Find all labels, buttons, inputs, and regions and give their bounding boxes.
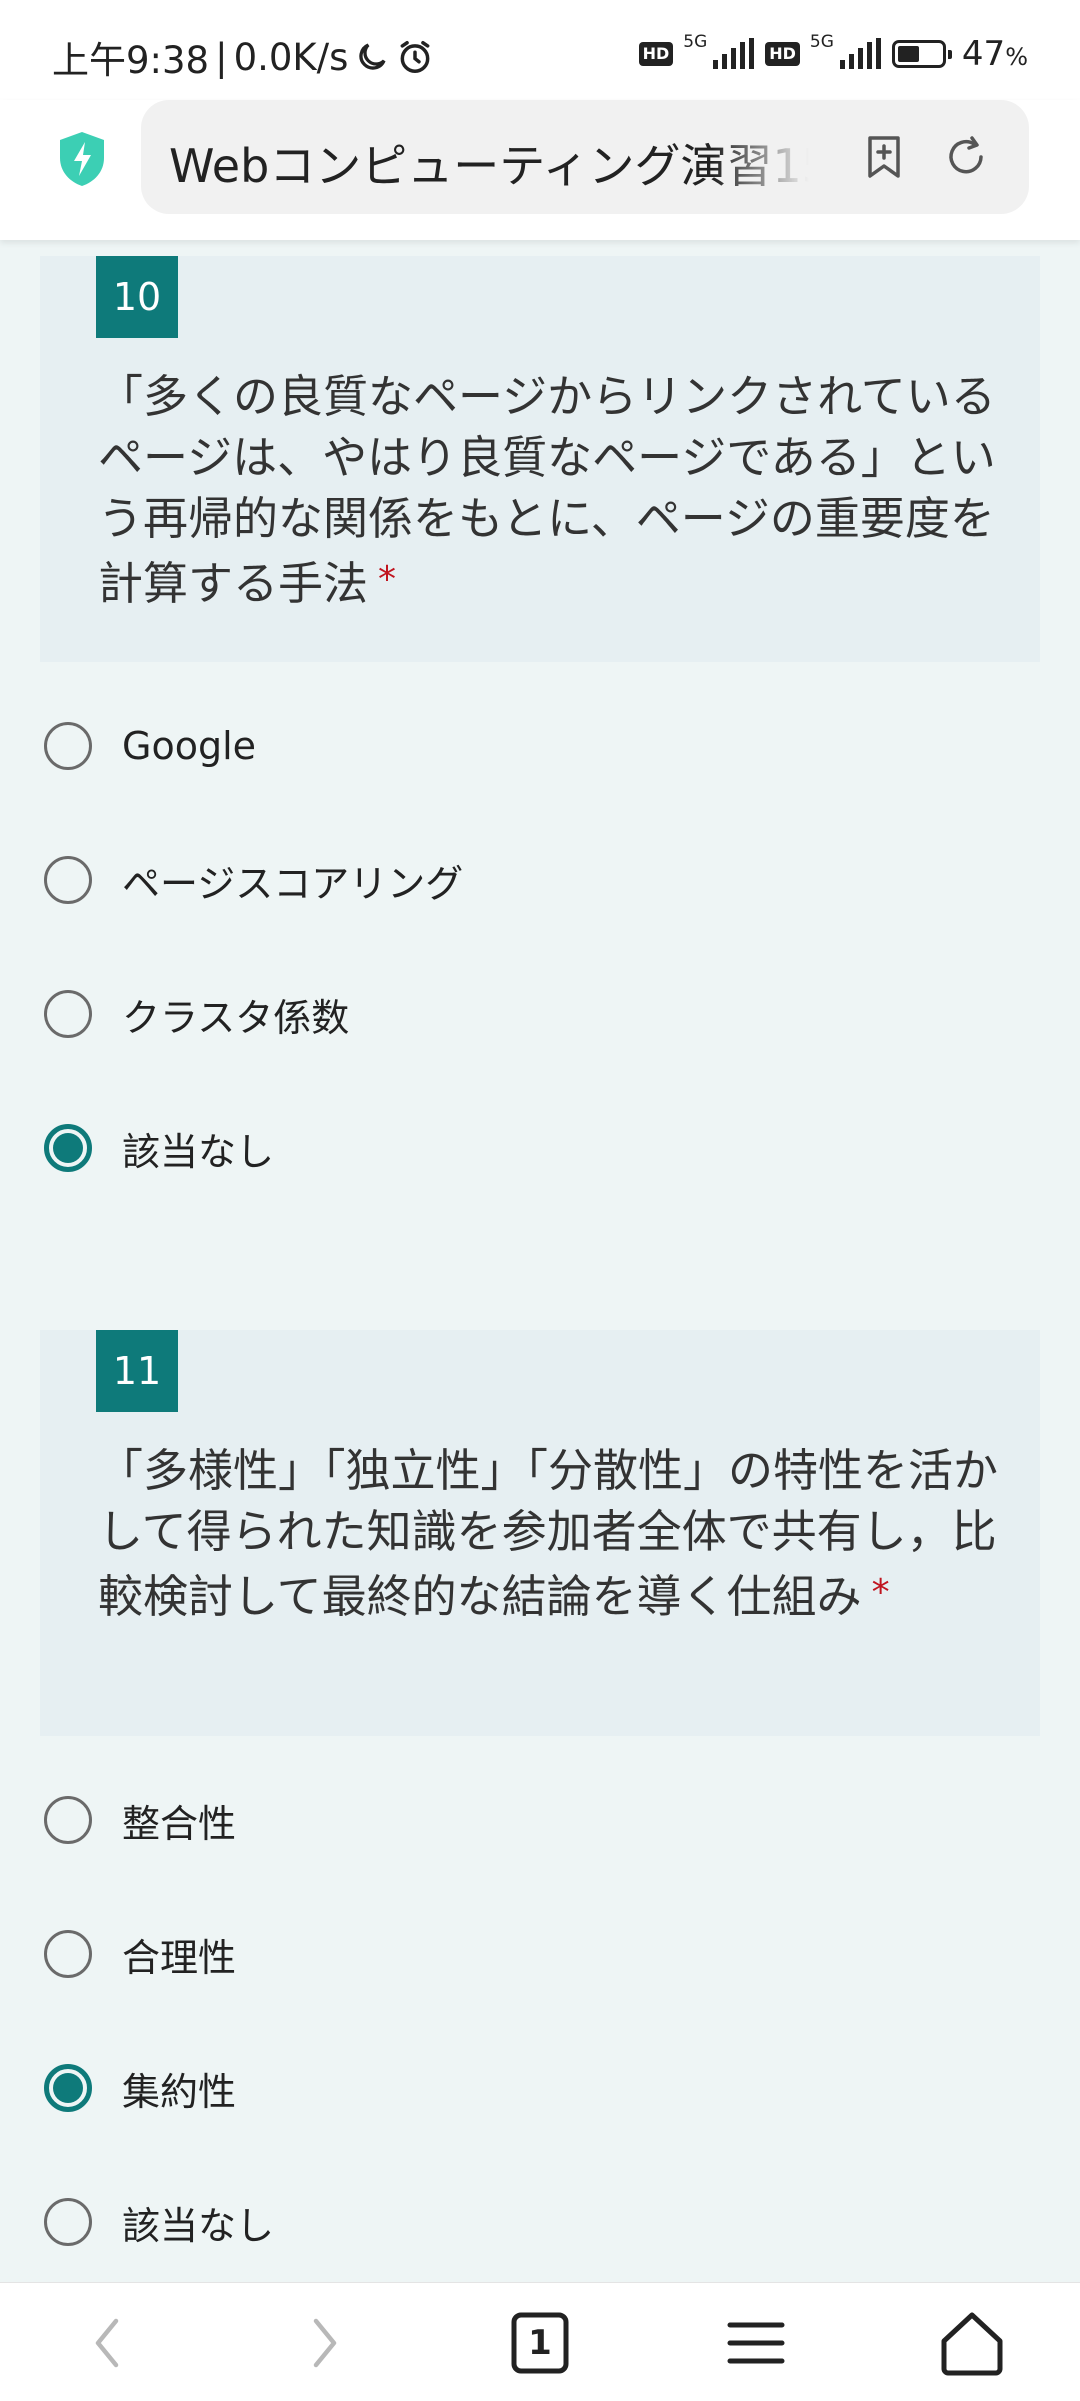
signal-icon-1 — [713, 38, 755, 69]
option-label: Google — [122, 724, 257, 768]
signal-icon-2 — [839, 38, 881, 69]
radio-button[interactable] — [44, 2198, 92, 2246]
option-label: 該当なし — [122, 1129, 275, 1174]
radio-button[interactable] — [44, 856, 92, 904]
refresh-icon[interactable] — [941, 132, 991, 182]
option-none-q10[interactable]: 該当なし — [44, 1118, 274, 1178]
radio-button[interactable] — [44, 990, 92, 1038]
option-rationality[interactable]: 合理性 — [44, 1924, 236, 1984]
network-speed: 0.0K/s — [233, 35, 349, 79]
radio-button-selected[interactable] — [44, 2064, 92, 2112]
option-label: 該当なし — [122, 2203, 275, 2248]
menu-icon[interactable] — [720, 2307, 792, 2379]
clock: 上午9:38 — [52, 39, 210, 82]
option-consistency[interactable]: 整合性 — [44, 1790, 236, 1850]
option-label: 整合性 — [122, 1801, 237, 1846]
radio-button-selected[interactable] — [44, 1124, 92, 1172]
separator: | — [215, 35, 228, 79]
network-type-1: 5G — [683, 32, 708, 52]
option-cluster-coefficient[interactable]: クラスタ係数 — [44, 984, 349, 1044]
status-left: 上午9:38 | 0.0K/s — [52, 30, 434, 84]
question-text: 「多様性」「独立性」「分散性」の特性を活かして得られた知識を参加者全体で共有し，… — [98, 1440, 998, 1627]
page-title[interactable]: Webコンピューティング演習15 — [169, 130, 809, 196]
radio-button[interactable] — [44, 1930, 92, 1978]
alarm-icon — [401, 41, 430, 73]
hd-badge-1: HD — [638, 42, 674, 66]
radio-button[interactable] — [44, 1796, 92, 1844]
option-none-q11[interactable]: 該当なし — [44, 2192, 274, 2252]
security-shield-icon[interactable] — [56, 130, 108, 188]
option-aggregation[interactable]: 集約性 — [44, 2058, 236, 2118]
option-label: クラスタ係数 — [122, 995, 350, 1040]
option-google[interactable]: Google — [44, 716, 256, 776]
question-text-body: 「多くの良質なページからリンクされているページは、やはり良質なページである」とい… — [98, 370, 996, 610]
question-text-body: 「多様性」「独立性」「分散性」の特性を活かして得られた知識を参加者全体で共有し，… — [98, 1444, 999, 1623]
question-number: 11 — [96, 1330, 178, 1412]
hd-badge-2: HD — [765, 42, 800, 66]
battery-icon — [891, 40, 952, 68]
option-label: 集約性 — [122, 2069, 237, 2114]
option-page-scoring[interactable]: ページスコアリング — [44, 850, 463, 910]
status-bar: 上午9:38 | 0.0K/s HD 5G HD 5G 47% — [0, 0, 1080, 100]
address-bar[interactable]: Webコンピューティング演習15 — [141, 100, 1029, 214]
tab-count: 1 — [528, 2323, 552, 2363]
question-card-11: 11 「多様性」「独立性」「分散性」の特性を活かして得られた知識を参加者全体で共… — [40, 1330, 1040, 1736]
option-label: 合理性 — [122, 1935, 237, 1980]
home-icon[interactable] — [936, 2307, 1008, 2379]
battery-unit: % — [1005, 43, 1028, 71]
moon-icon — [359, 43, 386, 70]
required-mark: * — [378, 559, 397, 600]
back-icon[interactable] — [72, 2307, 144, 2379]
option-label: ページスコアリング — [122, 861, 464, 906]
radio-button[interactable] — [44, 722, 92, 770]
browser-nav-bar: 1 — [0, 2282, 1080, 2401]
status-right: HD 5G HD 5G 47% — [638, 32, 1028, 74]
battery-level: 47% — [962, 34, 1028, 74]
forward-icon[interactable] — [288, 2307, 360, 2379]
battery-percent: 47 — [961, 34, 1006, 74]
question-card-10: 10 「多くの良質なページからリンクされているページは、やはり良質なページである… — [40, 256, 1040, 662]
browser-toolbar: Webコンピューティング演習15 — [0, 100, 1080, 240]
required-mark: * — [871, 1572, 890, 1613]
tabs-button[interactable]: 1 — [504, 2307, 576, 2379]
question-text: 「多くの良質なページからリンクされているページは、やはり良質なページである」とい… — [98, 366, 998, 614]
question-number: 10 — [96, 256, 178, 338]
bookmark-add-icon[interactable] — [859, 132, 909, 182]
network-type-2: 5G — [809, 32, 834, 52]
